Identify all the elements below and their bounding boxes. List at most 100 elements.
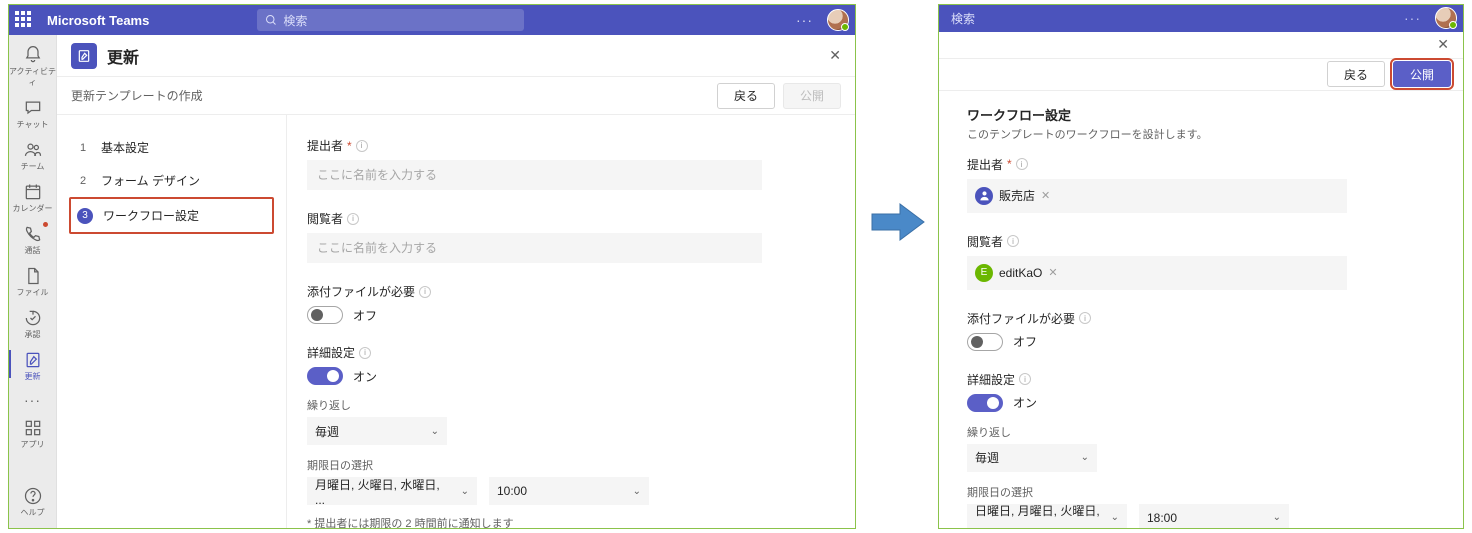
sub-header: 更新テンプレートの作成 戻る 公開 [57, 77, 855, 115]
search-placeholder-partial: 検索 [945, 10, 975, 27]
advanced-toggle[interactable]: オン [307, 367, 835, 385]
steps-sidebar: 1 基本設定 2 フォーム デザイン 3 ワークフロー設定 [57, 115, 287, 528]
modal-title: 更新 [107, 44, 139, 68]
info-icon[interactable]: i [359, 347, 371, 359]
rail-activity[interactable]: アクティビティ [9, 41, 57, 92]
chip-remove-icon[interactable]: ✕ [1041, 189, 1050, 202]
people-icon [23, 140, 43, 160]
close-icon[interactable]: ✕ [1437, 36, 1449, 53]
step-1-basic[interactable]: 1 基本設定 [69, 131, 274, 164]
section-desc: このテンプレートのワークフローを設計します。 [967, 126, 1443, 142]
updates-app-icon [71, 43, 97, 69]
viewer-chip-row[interactable]: E editKaO ✕ [967, 256, 1347, 290]
modal-header-partial: ✕ [939, 32, 1463, 59]
section-title: ワークフロー設定 [967, 105, 1443, 124]
search-icon [265, 14, 277, 26]
info-icon[interactable]: i [356, 140, 368, 152]
deadline-time-select[interactable]: 18:00 ⌄ [1139, 504, 1289, 528]
content-area: 更新 ✕ 更新テンプレートの作成 戻る 公開 1 基本設定 [57, 35, 855, 528]
main-row: 1 基本設定 2 フォーム デザイン 3 ワークフロー設定 提出者 [57, 115, 855, 528]
person-icon [975, 187, 993, 205]
rail-help[interactable]: ヘルプ [9, 482, 57, 522]
header-more-icon[interactable]: ··· [1398, 10, 1427, 26]
teams-window-after: 検索 ··· ✕ 戻る 公開 ワークフロー設定 このテンプレートのワークフローを… [938, 4, 1464, 529]
deadline-label: 期限日の選択 [967, 484, 1443, 500]
left-rail: アクティビティ チャット チーム カレンダー 通話 ファイル [9, 35, 57, 528]
search-bar[interactable]: 検索 [257, 9, 523, 31]
rail-calls[interactable]: 通話 [9, 220, 57, 260]
step-2-form-design[interactable]: 2 フォーム デザイン [69, 164, 274, 197]
chevron-down-icon: ⌄ [1081, 452, 1089, 463]
file-icon [23, 266, 43, 286]
advanced-label: 詳細設定 i [307, 344, 835, 361]
chevron-down-icon: ⌄ [461, 486, 469, 497]
rail-files[interactable]: ファイル [9, 262, 57, 302]
attachment-label: 添付ファイルが必要 i [307, 283, 835, 300]
notification-dot [43, 222, 48, 227]
publish-button-disabled: 公開 [783, 83, 841, 109]
submitter-chip: 販売店 ✕ [975, 187, 1050, 205]
arrow-right-icon [870, 200, 926, 244]
sub-header-partial: 戻る 公開 [939, 59, 1463, 91]
viewer-input[interactable] [307, 233, 762, 263]
submitter-chip-row[interactable]: 販売店 ✕ [967, 179, 1347, 213]
submitter-label: 提出者 * i [967, 156, 1443, 173]
rail-more[interactable]: ··· [9, 388, 57, 412]
viewer-label: 閲覧者 i [307, 210, 835, 227]
rail-apps[interactable]: アプリ [9, 414, 57, 454]
info-icon[interactable]: i [1079, 312, 1091, 324]
rail-approvals[interactable]: 承認 [9, 304, 57, 344]
back-button[interactable]: 戻る [717, 83, 775, 109]
attachment-toggle[interactable]: オフ [967, 333, 1443, 351]
avatar[interactable] [1435, 7, 1457, 29]
presence-indicator [841, 23, 849, 31]
info-icon[interactable]: i [347, 213, 359, 225]
repeat-select[interactable]: 毎週 ⌄ [967, 444, 1097, 472]
repeat-label: 繰り返し [307, 397, 835, 413]
attachment-toggle[interactable]: オフ [307, 306, 835, 324]
submitter-label: 提出者 * i [307, 137, 835, 154]
publish-button[interactable]: 公開 [1393, 61, 1451, 87]
search-placeholder: 検索 [283, 12, 307, 29]
waffle-icon[interactable] [15, 11, 33, 29]
close-icon[interactable]: ✕ [829, 47, 841, 64]
info-icon[interactable]: i [1016, 158, 1028, 170]
modal-header: 更新 ✕ [57, 35, 855, 77]
presence-indicator [1449, 21, 1457, 29]
header-more-icon[interactable]: ··· [790, 12, 819, 28]
deadline-time-select[interactable]: 10:00 ⌄ [489, 477, 649, 505]
deadline-days-select[interactable]: 月曜日, 火曜日, 水曜日, ... ⌄ [307, 477, 477, 505]
deadline-days-select[interactable]: 日曜日, 月曜日, 火曜日, ... ⌄ [967, 504, 1127, 528]
phone-icon [23, 224, 43, 244]
repeat-select[interactable]: 毎週 ⌄ [307, 417, 447, 445]
approvals-icon [23, 308, 43, 328]
rail-calendar[interactable]: カレンダー [9, 178, 57, 218]
chevron-down-icon: ⌄ [431, 426, 439, 437]
title-bar-partial: 検索 ··· [939, 5, 1463, 32]
avatar[interactable] [827, 9, 849, 31]
workflow-content: ワークフロー設定 このテンプレートのワークフローを設計します。 提出者 * i … [939, 91, 1463, 528]
deadline-label: 期限日の選択 [307, 457, 835, 473]
chip-remove-icon[interactable]: ✕ [1048, 266, 1057, 279]
chevron-down-icon: ⌄ [1111, 512, 1119, 523]
step-3-workflow[interactable]: 3 ワークフロー設定 [69, 197, 274, 234]
back-button[interactable]: 戻る [1327, 61, 1385, 87]
info-icon[interactable]: i [1019, 373, 1031, 385]
repeat-label: 繰り返し [967, 424, 1443, 440]
info-icon[interactable]: i [1007, 235, 1019, 247]
rail-updates[interactable]: 更新 [9, 346, 57, 386]
rail-chat[interactable]: チャット [9, 94, 57, 134]
apps-icon [23, 418, 43, 438]
bell-icon [23, 45, 43, 65]
advanced-label: 詳細設定 i [967, 371, 1443, 388]
avatar-initial-icon: E [975, 264, 993, 282]
updates-icon [23, 350, 43, 370]
submitter-input[interactable] [307, 160, 762, 190]
viewer-label: 閲覧者 i [967, 233, 1443, 250]
info-icon[interactable]: i [419, 286, 431, 298]
rail-teams[interactable]: チーム [9, 136, 57, 176]
teams-window-before: Microsoft Teams 検索 ··· アクティビティ チャット チーム [8, 4, 856, 529]
chevron-down-icon: ⌄ [633, 486, 641, 497]
advanced-toggle[interactable]: オン [967, 394, 1443, 412]
form-pane: 提出者 * i 閲覧者 i 添付ファイルが必要 i [287, 115, 855, 528]
